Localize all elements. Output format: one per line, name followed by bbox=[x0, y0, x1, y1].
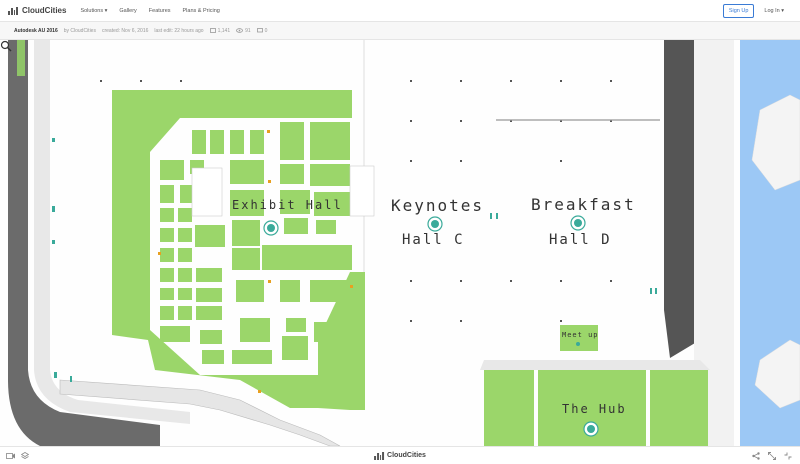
comment-icon bbox=[256, 28, 263, 33]
created-date: created: Nov 6, 2016 bbox=[101, 27, 149, 34]
collapse-icon[interactable] bbox=[784, 452, 792, 460]
map-canvas[interactable]: Exhibit Hall Keynotes Hall C Breakfast H… bbox=[0, 40, 800, 446]
footer-brand[interactable]: CloudCities bbox=[374, 451, 426, 460]
top-nav: CloudCities Solutions ▾ Gallery Features… bbox=[0, 0, 800, 22]
photos-count: 1,141 bbox=[217, 27, 231, 34]
brand-logo[interactable]: CloudCities bbox=[8, 6, 66, 15]
label-exhibit-hall: Exhibit Hall bbox=[232, 198, 343, 212]
comments-count: 0 bbox=[264, 27, 268, 34]
nav-solutions[interactable]: Solutions ▾ bbox=[80, 8, 107, 14]
brand-name: CloudCities bbox=[22, 6, 67, 15]
footer-brand-name: CloudCities bbox=[387, 452, 426, 459]
hub-area bbox=[650, 370, 708, 446]
project-title[interactable]: Autodesk AU 2016 bbox=[14, 28, 58, 34]
photos-stat: 1,141 bbox=[209, 27, 231, 34]
map-drawing bbox=[8, 40, 800, 446]
views-stat: 91 bbox=[236, 28, 251, 34]
label-keynotes: Keynotes bbox=[391, 196, 485, 215]
photo-icon bbox=[209, 28, 216, 33]
label-hall-d: Hall D bbox=[549, 232, 612, 248]
nav-features[interactable]: Features bbox=[149, 8, 171, 14]
label-hall-c: Hall C bbox=[402, 232, 465, 248]
cloudcities-logo-icon bbox=[8, 6, 18, 15]
camera-icon[interactable] bbox=[6, 452, 15, 459]
project-info-bar: Autodesk AU 2016 by CloudCities created:… bbox=[0, 22, 800, 40]
booth-grid bbox=[160, 122, 352, 364]
share-icon[interactable] bbox=[752, 451, 760, 460]
hub-area bbox=[484, 370, 534, 446]
cloudcities-logo-icon bbox=[374, 451, 385, 460]
label-the-hub: The Hub bbox=[562, 402, 627, 416]
last-edit: last edit: 22 hours ago bbox=[154, 27, 204, 34]
fullscreen-icon[interactable] bbox=[768, 451, 776, 460]
project-author[interactable]: by CloudCities bbox=[64, 28, 96, 34]
nav-gallery[interactable]: Gallery bbox=[119, 8, 136, 14]
login-button[interactable]: Log In ▾ bbox=[764, 8, 784, 14]
search-icon[interactable] bbox=[0, 40, 12, 52]
label-meetup: Meet up bbox=[562, 331, 599, 339]
nav-plans-pricing[interactable]: Plans & Pricing bbox=[183, 8, 220, 14]
signup-button[interactable]: Sign Up bbox=[722, 3, 755, 18]
green-strip bbox=[17, 40, 25, 76]
label-breakfast: Breakfast bbox=[531, 195, 636, 214]
views-count: 91 bbox=[245, 27, 251, 34]
eye-icon bbox=[236, 28, 244, 33]
comments-stat: 0 bbox=[256, 27, 268, 34]
bottom-toolbar: CloudCities bbox=[0, 446, 800, 464]
wall bbox=[664, 40, 694, 310]
layers-icon[interactable] bbox=[21, 451, 29, 460]
